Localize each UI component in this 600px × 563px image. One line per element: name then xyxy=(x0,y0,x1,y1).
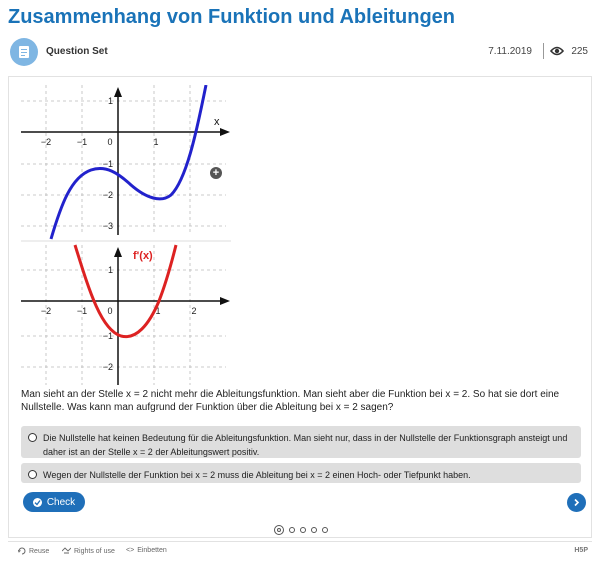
view-count: 225 xyxy=(571,46,588,57)
content-header: Question Set 7.11.2019 225 xyxy=(8,38,592,68)
page-dot[interactable] xyxy=(289,527,295,533)
check-icon xyxy=(32,497,42,507)
top-grid xyxy=(21,85,226,235)
zoom-icon[interactable]: + xyxy=(210,167,222,179)
page-dot[interactable] xyxy=(322,527,328,533)
top-y-tick: −3 xyxy=(103,221,113,231)
page-title: Zusammenhang von Funktion und Ableitunge… xyxy=(8,6,456,28)
derivative-curve xyxy=(73,244,178,339)
pagination-dots xyxy=(274,524,328,536)
top-axes xyxy=(21,87,230,235)
question-text: Man sieht an der Stelle x = 2 nicht mehr… xyxy=(21,389,560,413)
derivative-label: f'(x) xyxy=(133,250,153,262)
eye-icon xyxy=(550,46,564,56)
radio-icon[interactable] xyxy=(28,433,37,442)
publish-date: 7.11.2019 xyxy=(488,46,532,57)
top-y-tick: −2 xyxy=(103,190,113,200)
function-graph-figure: x −2 −1 0 1 1 −1 −2 −3 f'(x) −2 −1 0 1 2… xyxy=(21,85,231,385)
rights-label: Rights of use xyxy=(74,547,115,555)
h5p-footer: Reuse Rights of use <> Einbetten H5P xyxy=(8,541,592,560)
radio-icon[interactable] xyxy=(28,470,37,479)
answer-text: Wegen der Nullstelle der Funktion bei x … xyxy=(43,470,471,480)
embed-link[interactable]: <> Einbetten xyxy=(126,547,167,554)
bottom-x-tick: 2 xyxy=(191,306,196,316)
bottom-x-tick: −1 xyxy=(77,306,87,316)
page-dot[interactable] xyxy=(311,527,317,533)
top-x-axis-label: x xyxy=(214,116,220,128)
document-icon xyxy=(19,46,29,58)
embed-label: Einbetten xyxy=(137,547,167,554)
header-divider xyxy=(543,43,544,59)
question-set-container: x −2 −1 0 1 1 −1 −2 −3 f'(x) −2 −1 0 1 2… xyxy=(8,76,592,538)
reuse-icon xyxy=(18,547,26,555)
reuse-link[interactable]: Reuse xyxy=(18,547,49,555)
reuse-label: Reuse xyxy=(29,547,50,555)
answer-text: Die Nullstelle hat keinen Bedeutung für … xyxy=(43,433,568,457)
bottom-y-tick: −2 xyxy=(103,362,113,372)
rights-link[interactable]: Rights of use xyxy=(62,547,115,555)
function-curve xyxy=(49,85,208,240)
bottom-x-tick: 0 xyxy=(107,306,112,316)
page-dot[interactable] xyxy=(300,527,306,533)
bottom-x-tick: −2 xyxy=(41,306,51,316)
top-x-tick: 0 xyxy=(107,137,112,147)
bottom-y-tick: 1 xyxy=(108,265,113,275)
top-y-tick: 1 xyxy=(108,96,113,106)
answer-option[interactable]: Die Nullstelle hat keinen Bedeutung für … xyxy=(21,426,581,458)
h5p-logo: H5P xyxy=(574,547,588,554)
content-type-avatar xyxy=(10,38,38,66)
check-button[interactable]: Check xyxy=(23,492,85,512)
chevron-right-icon xyxy=(574,498,580,507)
bottom-y-tick: −1 xyxy=(103,331,113,341)
code-icon: <> xyxy=(126,547,135,554)
check-button-label: Check xyxy=(46,496,76,508)
answer-option[interactable]: Wegen der Nullstelle der Funktion bei x … xyxy=(21,463,581,483)
next-button[interactable] xyxy=(567,493,586,512)
top-x-tick: −1 xyxy=(77,137,87,147)
handshake-icon xyxy=(62,547,71,554)
bottom-axes xyxy=(21,247,230,385)
top-x-tick: 1 xyxy=(153,137,158,147)
content-type-label: Question Set xyxy=(46,46,108,57)
top-x-tick: −2 xyxy=(41,137,51,147)
page-dot-current[interactable] xyxy=(274,525,284,535)
